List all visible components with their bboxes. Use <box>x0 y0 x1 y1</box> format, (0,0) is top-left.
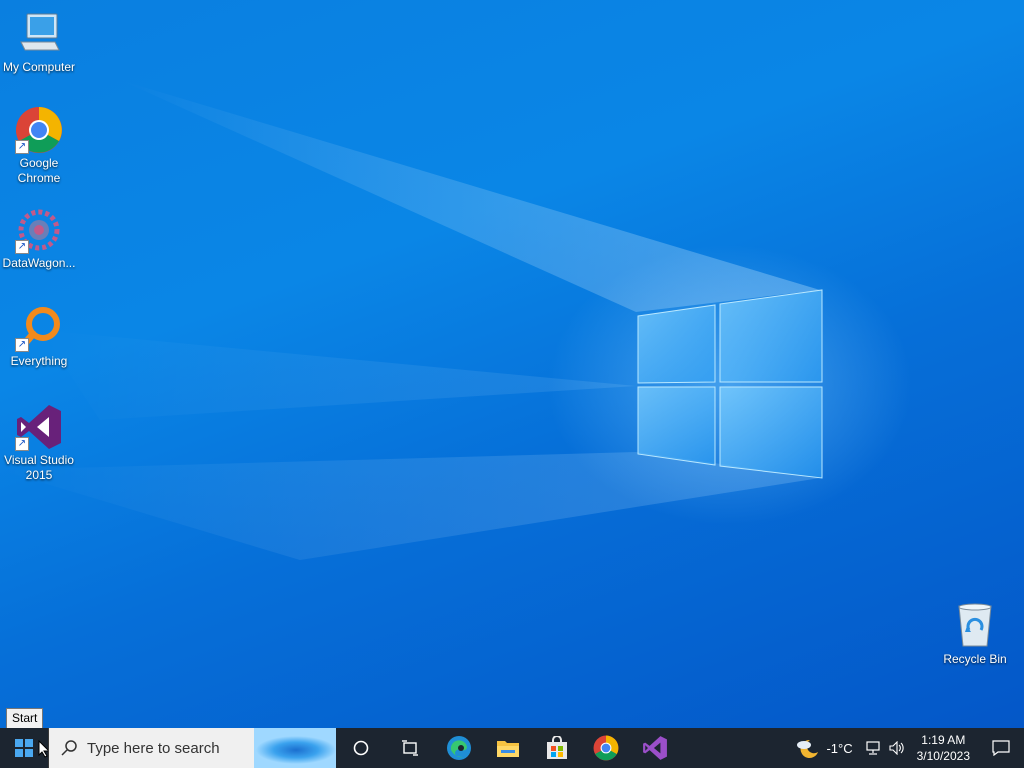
desktop-icon-datawagon[interactable]: ↗ DataWagon... <box>0 206 78 271</box>
desktop-icon-google-chrome[interactable]: ↗ Google Chrome <box>0 106 78 186</box>
search-icon <box>61 740 77 756</box>
temperature-text: -1°C <box>826 740 853 756</box>
search-placeholder: Type here to search <box>87 739 220 757</box>
clock-time: 1:19 AM <box>921 733 966 747</box>
recycle-bin-icon <box>951 602 999 650</box>
windows-logo-icon <box>15 739 33 757</box>
icon-label: DataWagon... <box>2 256 76 270</box>
cortana-button[interactable] <box>336 728 385 768</box>
chrome-icon <box>593 735 618 761</box>
chrome-icon: ↗ <box>15 106 63 154</box>
action-center-button[interactable] <box>978 728 1024 768</box>
visual-studio-icon: ↗ <box>15 403 63 451</box>
taskbar-chrome[interactable] <box>581 728 630 768</box>
clock-date: 3/10/2023 <box>916 749 970 763</box>
network-button[interactable] <box>863 728 885 768</box>
desktop-icon-visual-studio-2015[interactable]: ↗ Visual Studio 2015 <box>0 403 78 483</box>
search-highlight-illustration <box>254 728 336 768</box>
icon-label: Everything <box>10 354 68 368</box>
weather-widget[interactable]: -1°C <box>794 728 862 768</box>
notification-icon <box>992 740 1010 756</box>
shortcut-arrow-icon: ↗ <box>15 338 29 352</box>
wallpaper-light-beams <box>0 80 820 560</box>
shortcut-arrow-icon: ↗ <box>15 140 29 154</box>
network-icon <box>866 741 880 755</box>
datawagon-icon: ↗ <box>15 206 63 254</box>
system-tray: -1°C 1:19 AM 3/10/2023 <box>794 728 1024 768</box>
icon-label: My Computer <box>2 60 76 74</box>
edge-icon <box>446 736 471 760</box>
icon-label: Google <box>19 156 59 170</box>
desktop-background: My Computer ↗ Google Chrome ↗ DataWagon.… <box>0 0 1024 728</box>
icon-label: Visual Studio <box>4 453 74 467</box>
clock[interactable]: 1:19 AM 3/10/2023 <box>917 732 970 764</box>
moon-cloud-icon <box>797 739 819 758</box>
icon-label-line2: 2015 <box>25 468 53 482</box>
taskbar: Type here to search -1°C 1:19 AM 3/10/20… <box>0 728 1024 768</box>
search-box[interactable]: Type here to search <box>48 728 336 768</box>
store-bag-icon <box>546 736 567 759</box>
folder-icon <box>496 741 519 757</box>
icon-label: Recycle Bin <box>943 652 1007 666</box>
computer-icon <box>15 10 63 58</box>
cortana-circle-icon <box>353 740 368 756</box>
desktop-icon-my-computer[interactable]: My Computer <box>0 10 78 75</box>
task-view-icon <box>401 740 418 756</box>
start-tooltip: Start <box>6 708 44 729</box>
task-view-button[interactable] <box>385 728 434 768</box>
everything-search-icon: ↗ <box>15 304 63 352</box>
taskbar-visual-studio[interactable] <box>630 728 679 768</box>
volume-button[interactable] <box>885 728 909 768</box>
desktop-icon-recycle-bin[interactable]: Recycle Bin <box>936 602 1014 667</box>
volume-icon <box>889 741 904 755</box>
icon-label-line2: Chrome <box>17 171 61 185</box>
shortcut-arrow-icon: ↗ <box>15 240 29 254</box>
shortcut-arrow-icon: ↗ <box>15 437 29 451</box>
taskbar-file-explorer[interactable] <box>483 728 532 768</box>
windows-wallpaper-logo-icon <box>637 289 823 479</box>
taskbar-edge[interactable] <box>434 728 483 768</box>
start-button[interactable] <box>0 728 50 768</box>
visual-studio-icon <box>642 736 667 760</box>
desktop-icon-everything[interactable]: ↗ Everything <box>0 304 78 369</box>
taskbar-store[interactable] <box>532 728 581 768</box>
